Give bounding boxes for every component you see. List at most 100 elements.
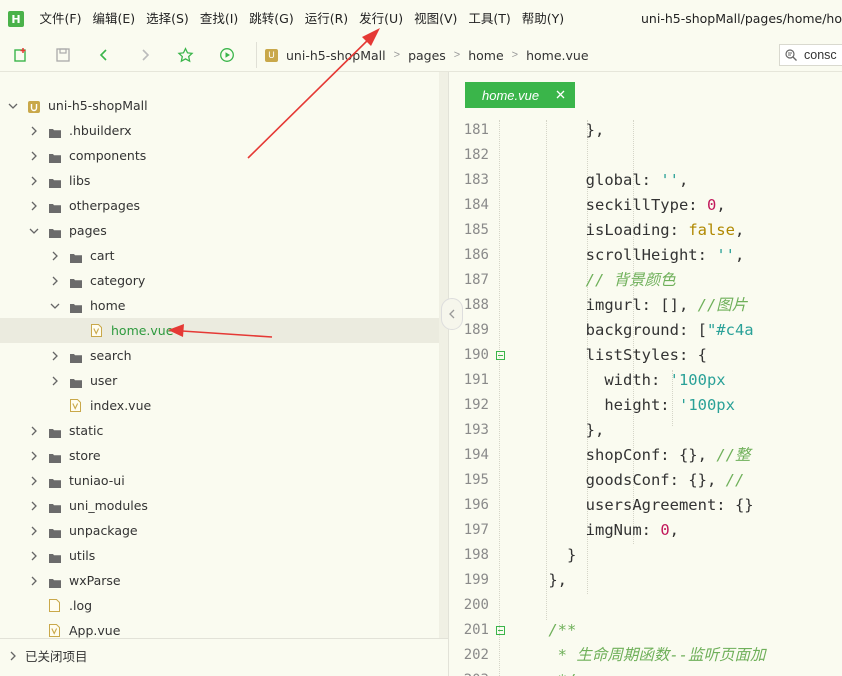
fold-toggle-icon[interactable] xyxy=(496,626,505,635)
code-line[interactable]: 187 // 背景颜色 xyxy=(449,268,842,293)
code-line[interactable]: 192 height: '100px xyxy=(449,393,842,418)
tab-home-vue[interactable]: home.vue xyxy=(465,82,575,108)
code-line[interactable]: 189 background: ["#c4a xyxy=(449,318,842,343)
tree-item-label: category xyxy=(90,273,146,288)
code-token: , xyxy=(734,221,745,239)
code-line[interactable]: 188 imgurl: [], //图片 xyxy=(449,293,842,318)
tree-item[interactable]: .log xyxy=(0,593,439,618)
code-line[interactable]: 185 isLoading: false, xyxy=(449,218,842,243)
tree-item[interactable]: home.vue xyxy=(0,318,439,343)
code-line[interactable]: 198 } xyxy=(449,543,842,568)
code-line[interactable]: 191 width: '100px xyxy=(449,368,842,393)
closed-projects-bar[interactable]: 已关闭项目 xyxy=(0,638,448,676)
code-line[interactable]: 182 xyxy=(449,143,842,168)
window-title: uni-h5-shopMall/pages/home/home xyxy=(641,11,842,26)
star-icon[interactable] xyxy=(176,46,194,64)
breadcrumb-item[interactable]: home.vue xyxy=(526,48,588,63)
tree-item[interactable]: home xyxy=(0,293,439,318)
run-icon[interactable] xyxy=(218,46,236,64)
tree-item-label: home.vue xyxy=(111,323,174,338)
close-icon[interactable] xyxy=(554,88,567,101)
breadcrumb-item[interactable]: pages xyxy=(408,48,446,63)
menu-item[interactable]: 帮助(Y) xyxy=(516,0,569,38)
breadcrumb-item[interactable]: home xyxy=(468,48,503,63)
tree-item-label: utils xyxy=(69,548,96,563)
tree-item[interactable]: uni_modules xyxy=(0,493,439,518)
tree-item[interactable]: utils xyxy=(0,543,439,568)
tree-item-label: index.vue xyxy=(90,398,152,413)
code-text: shopConf: {}, //整 xyxy=(511,443,751,468)
code-text: width: '100px xyxy=(511,368,725,393)
menu-item[interactable]: 编辑(E) xyxy=(87,0,141,38)
code-line[interactable]: 195 goodsConf: {}, // xyxy=(449,468,842,493)
code-token: width: xyxy=(511,371,670,389)
collapse-sidebar-handle[interactable] xyxy=(441,298,463,330)
vue-file-icon xyxy=(49,624,60,637)
menu-item[interactable]: 发行(U) xyxy=(354,0,409,38)
tree-item[interactable]: unpackage xyxy=(0,518,439,543)
chevron-right-icon xyxy=(8,651,18,661)
tree-item[interactable]: cart xyxy=(0,243,439,268)
tree-item[interactable]: tuniao-ui xyxy=(0,468,439,493)
tree-item[interactable]: category xyxy=(0,268,439,293)
tree-item[interactable]: store xyxy=(0,443,439,468)
code-line[interactable]: 190 listStyles: { xyxy=(449,343,842,368)
code-line[interactable]: 201 /** xyxy=(449,618,842,643)
tree-item[interactable]: search xyxy=(0,343,439,368)
tree-item[interactable]: index.vue xyxy=(0,393,439,418)
tree-item[interactable]: components xyxy=(0,143,439,168)
chevron-right-icon xyxy=(50,251,60,261)
tree-item[interactable]: static xyxy=(0,418,439,443)
breadcrumb-item[interactable]: uni-h5-shopMall xyxy=(286,48,386,63)
code-line[interactable]: 203 */ xyxy=(449,668,842,676)
chevron-right-icon xyxy=(29,126,39,136)
code-line[interactable]: 186 scrollHeight: '', xyxy=(449,243,842,268)
code-token: "#c4a xyxy=(706,321,754,339)
line-number: 181 xyxy=(463,122,489,138)
code-line[interactable]: 199 }, xyxy=(449,568,842,593)
code-token: isLoading: xyxy=(511,221,689,239)
sidebar-scrollbar[interactable] xyxy=(439,72,448,638)
code-token: seckillType: xyxy=(511,196,707,214)
menu-item[interactable]: 文件(F) xyxy=(34,0,87,38)
code-line[interactable]: 197 imgNum: 0, xyxy=(449,518,842,543)
line-number: 202 xyxy=(463,647,489,663)
fold-toggle-icon[interactable] xyxy=(496,351,505,360)
new-file-icon[interactable] xyxy=(12,46,30,64)
code-text: imgNum: 0, xyxy=(511,518,679,543)
tree-item[interactable]: user xyxy=(0,368,439,393)
code-line[interactable]: 184 seckillType: 0, xyxy=(449,193,842,218)
save-icon[interactable] xyxy=(54,46,72,64)
tree-item-label: cart xyxy=(90,248,115,263)
code-line[interactable]: 196 usersAgreement: {} xyxy=(449,493,842,518)
code-line[interactable]: 200 xyxy=(449,593,842,618)
tree-item[interactable]: otherpages xyxy=(0,193,439,218)
code-line[interactable]: 181 }, xyxy=(449,118,842,143)
closed-projects-item[interactable]: 已关闭项目 xyxy=(0,643,439,668)
code-line[interactable]: 183 global: '', xyxy=(449,168,842,193)
code-line[interactable]: 202 * 生命周期函数--监听页面加 xyxy=(449,643,842,668)
tree-item[interactable]: libs xyxy=(0,168,439,193)
menu-item[interactable]: 跳转(G) xyxy=(244,0,299,38)
code-line[interactable]: 193 }, xyxy=(449,418,842,443)
code-token: }, xyxy=(511,421,605,439)
code-text: goodsConf: {}, // xyxy=(511,468,745,493)
tree-item-label: home xyxy=(90,298,126,313)
code-text: }, xyxy=(511,418,605,443)
menu-item[interactable]: 运行(R) xyxy=(299,0,353,38)
chevron-right-icon xyxy=(29,451,39,461)
back-icon[interactable] xyxy=(95,46,113,64)
tree-item[interactable]: wxParse xyxy=(0,568,439,593)
tree-item[interactable]: .hbuilderx xyxy=(0,118,439,143)
code-editor[interactable]: home.vue 181 }, 182 183 global: '', 184 sec… xyxy=(448,72,842,676)
line-number: 193 xyxy=(463,422,489,438)
console-search-box[interactable]: consc xyxy=(779,44,842,66)
menu-item[interactable]: 选择(S) xyxy=(141,0,195,38)
menu-item[interactable]: 工具(T) xyxy=(463,0,516,38)
menu-item[interactable]: 查找(I) xyxy=(194,0,243,38)
menu-item[interactable]: 视图(V) xyxy=(409,0,463,38)
tree-item[interactable]: uni-h5-shopMall xyxy=(0,93,439,118)
tree-item[interactable]: pages xyxy=(0,218,439,243)
code-line[interactable]: 194 shopConf: {}, //整 xyxy=(449,443,842,468)
forward-icon[interactable] xyxy=(136,46,154,64)
